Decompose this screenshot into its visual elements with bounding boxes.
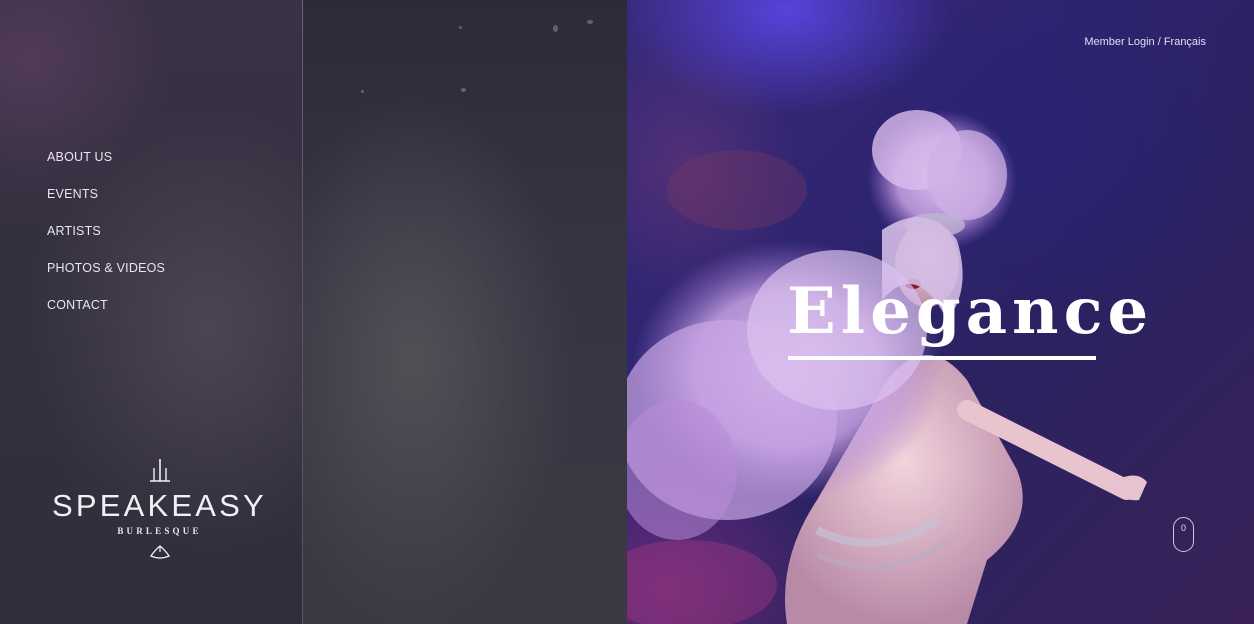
dust-speck	[361, 90, 364, 93]
nav-item-about-us: ABOUT US	[47, 148, 165, 185]
nav-item-events: EVENTS	[47, 185, 165, 222]
hero-headline: Elegance	[787, 274, 1154, 349]
language-switch-link[interactable]: Français	[1164, 36, 1206, 48]
nav-link-events[interactable]: EVENTS	[47, 187, 98, 201]
member-login-link[interactable]: Member Login	[1084, 36, 1154, 48]
hero-banner: Member Login / Français Elegance 0	[627, 0, 1254, 624]
nav-item-artists: ARTISTS	[47, 222, 165, 259]
page: ABOUT US EVENTS ARTISTS PHOTOS & VIDEOS …	[0, 0, 1254, 624]
nav-link-artists[interactable]: ARTISTS	[47, 224, 101, 238]
headline-underline	[788, 356, 1096, 360]
candelabra-icon	[149, 459, 170, 482]
nav-item-photos-videos: PHOTOS & VIDEOS	[47, 259, 165, 296]
site-logo[interactable]: SPEAKEASY BURLESQUE	[47, 457, 272, 560]
logo-subtitle: BURLESQUE	[117, 526, 202, 536]
mouse-scroll-icon[interactable]: 0	[1173, 517, 1194, 552]
dust-speck	[553, 25, 558, 32]
logo-wordmark: SPEAKEASY	[52, 488, 267, 523]
texture-panel	[303, 0, 627, 624]
nav-link-photos-videos[interactable]: PHOTOS & VIDEOS	[47, 261, 165, 275]
link-separator: /	[1154, 36, 1164, 48]
nav-item-contact: CONTACT	[47, 296, 165, 333]
dust-speck	[461, 88, 466, 92]
dust-speck	[459, 26, 462, 29]
header-links: Member Login / Français	[1084, 36, 1206, 48]
scroll-indicator-value: 0	[1180, 523, 1186, 533]
lotus-icon	[149, 545, 170, 559]
nav-link-about-us[interactable]: ABOUT US	[47, 150, 112, 164]
nav-link-contact[interactable]: CONTACT	[47, 298, 108, 312]
main-nav: ABOUT US EVENTS ARTISTS PHOTOS & VIDEOS …	[47, 148, 165, 333]
sidebar: ABOUT US EVENTS ARTISTS PHOTOS & VIDEOS …	[0, 0, 303, 624]
dust-speck	[587, 20, 593, 24]
